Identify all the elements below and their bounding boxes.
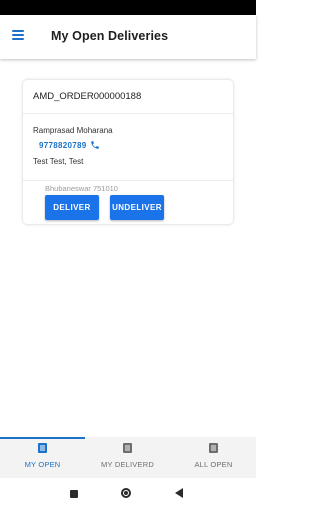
tab-my-open[interactable]: MY OPEN: [0, 437, 85, 478]
phone-link[interactable]: 9778820789: [39, 140, 100, 150]
deliver-button[interactable]: DELIVER: [45, 195, 99, 220]
delivery-city: Bhubaneswar 751010: [45, 184, 118, 193]
customer-name: Ramprasad Moharana: [33, 126, 113, 135]
bottom-navigation: MY OPEN MY DELIVERD ALL OPEN: [0, 437, 256, 478]
page-title: My Open Deliveries: [51, 29, 169, 43]
phone-icon[interactable]: [90, 140, 100, 150]
card-divider: [23, 113, 233, 114]
tab-label: MY OPEN: [24, 460, 61, 469]
home-circle-icon[interactable]: [121, 488, 131, 498]
delivery-address: Test Test, Test: [33, 157, 84, 166]
tab-all-open[interactable]: ALL OPEN: [171, 437, 256, 478]
delivery-card: AMD_ORDER000000188 Ramprasad Moharana 97…: [23, 80, 233, 224]
status-bar: [0, 0, 256, 15]
tab-label: ALL OPEN: [194, 460, 233, 469]
list-icon: [209, 443, 218, 453]
recents-square-icon[interactable]: [70, 490, 78, 498]
app-bar: My Open Deliveries: [0, 15, 256, 59]
tab-label: MY DELIVERD: [101, 460, 154, 469]
back-triangle-icon[interactable]: [175, 488, 183, 498]
screen: My Open Deliveries AMD_ORDER000000188 Ra…: [0, 0, 256, 512]
card-divider: [23, 180, 233, 181]
list-icon: [123, 443, 132, 453]
undeliver-button[interactable]: UNDELIVER: [110, 195, 164, 220]
system-navigation-bar: [0, 478, 256, 512]
order-id: AMD_ORDER000000188: [33, 91, 142, 102]
tab-my-deliverd[interactable]: MY DELIVERD: [85, 437, 170, 478]
list-icon: [38, 443, 47, 453]
phone-number[interactable]: 9778820789: [39, 141, 87, 150]
hamburger-menu-icon[interactable]: [12, 28, 26, 42]
